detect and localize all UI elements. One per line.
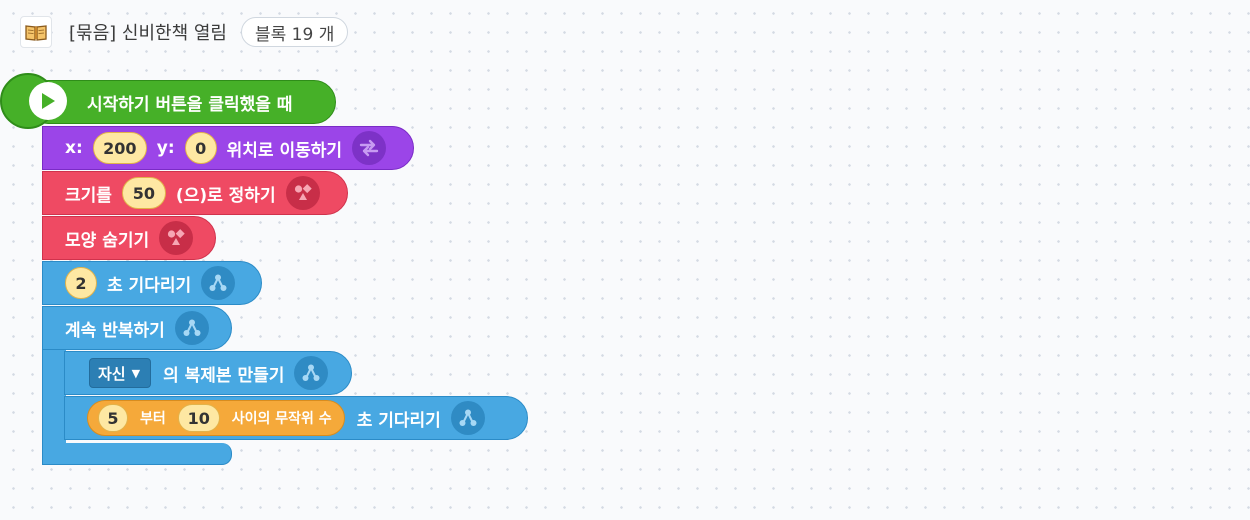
size-block-label-pre: 크기를 (65, 185, 112, 206)
loop-block-foot[interactable] (42, 443, 232, 465)
clone-target-dropdown[interactable]: 자신 ▼ (89, 358, 152, 388)
create-clone-block[interactable]: 자신 ▼ 의 복제본 만들기 (64, 351, 352, 395)
caret-down-icon: ▼ (131, 366, 141, 380)
size-block-label-post: (으)로 정하기 (175, 185, 276, 206)
y-label: y: (156, 138, 175, 158)
random-min-input[interactable]: 5 (98, 404, 128, 432)
random-max-input[interactable]: 10 (177, 404, 220, 432)
flow-icon (201, 266, 236, 300)
flow-icon (450, 401, 485, 435)
wait-block-label: 초 기다리기 (107, 275, 192, 296)
shape-icon (159, 221, 194, 255)
hide-shape-block[interactable]: 모양 숨기기 (42, 216, 216, 260)
bundle-title: [묶음] 신비한책 열림 (69, 23, 227, 44)
hide-block-label: 모양 숨기기 (65, 230, 150, 251)
flow-icon (174, 311, 209, 345)
play-icon (29, 82, 67, 120)
loop-block-label: 계속 반복하기 (65, 320, 165, 341)
flow-icon (294, 356, 329, 390)
random-number-reporter[interactable]: 5 부터 10 사이의 무작위 수 (87, 400, 345, 436)
block-count-badge: 블록 19 개 (240, 17, 349, 47)
shape-icon (285, 176, 320, 210)
x-value-input[interactable]: 200 (92, 132, 147, 164)
x-label: x: (65, 138, 83, 158)
swap-arrows-icon (352, 131, 387, 165)
wait-seconds-block[interactable]: 2 초 기다리기 (42, 261, 262, 305)
size-value-input[interactable]: 50 (121, 177, 166, 209)
loop-block-arm (42, 349, 66, 445)
random-range-label: 사이의 무작위 수 (231, 411, 332, 427)
y-value-input[interactable]: 0 (184, 132, 217, 164)
clone-block-label: 의 복제본 만들기 (163, 365, 285, 386)
random-from-label: 부터 (140, 411, 166, 427)
start-block-label: 시작하기 버튼을 클릭했을 때 (87, 94, 293, 115)
wait-seconds-input[interactable]: 2 (65, 267, 97, 299)
wait-random-seconds-block[interactable]: 5 부터 10 사이의 무작위 수 초 기다리기 (64, 396, 528, 440)
repeat-forever-block[interactable]: 계속 반복하기 (42, 306, 232, 350)
when-start-clicked-block[interactable]: 시작하기 버튼을 클릭했을 때 (26, 80, 336, 124)
set-size-block[interactable]: 크기를 50 (으)로 정하기 (42, 171, 348, 215)
book-icon[interactable] (20, 16, 52, 48)
random-wait-label: 초 기다리기 (356, 410, 441, 431)
move-to-xy-block[interactable]: x: 200 y: 0 위치로 이동하기 (42, 126, 414, 170)
move-block-label: 위치로 이동하기 (226, 140, 343, 161)
bundle-header: [묶음] 신비한책 열림 블록 19 개 (20, 16, 349, 48)
clone-target-value: 자신 (98, 364, 126, 383)
